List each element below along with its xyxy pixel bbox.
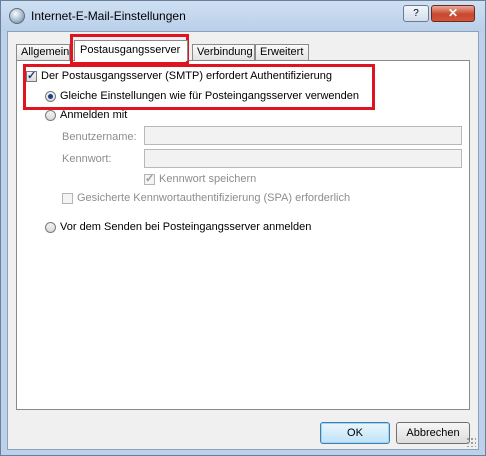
smtp-auth-checkbox-row[interactable]: Der Postausgangsserver (SMTP) erfordert … xyxy=(26,69,333,83)
title-bar[interactable]: Internet-E-Mail-Einstellungen ? ✕ xyxy=(1,1,485,31)
smtp-auth-label: Der Postausgangsserver (SMTP) erfordert … xyxy=(41,70,333,83)
password-input[interactable] xyxy=(144,149,462,168)
remember-password-checkbox[interactable] xyxy=(144,172,155,185)
pop-before-smtp-radio-row[interactable]: Vor dem Senden bei Posteingangsserver an… xyxy=(45,221,311,233)
window-title: Internet-E-Mail-Einstellungen xyxy=(31,9,186,23)
username-label: Benutzername: xyxy=(62,131,137,143)
remember-password-label: Kennwort speichern xyxy=(159,173,257,186)
same-settings-radio[interactable] xyxy=(45,90,56,102)
help-button[interactable]: ? xyxy=(403,5,429,22)
outlook-app-icon xyxy=(9,8,25,24)
cancel-button[interactable]: Abbrechen xyxy=(396,422,470,444)
resize-grip-icon[interactable] xyxy=(466,437,476,447)
tab-postausgangsserver[interactable]: Postausgangsserver xyxy=(74,40,188,61)
tab-panel-postausgangsserver: Der Postausgangsserver (SMTP) erfordert … xyxy=(16,60,470,410)
pop-before-smtp-label: Vor dem Senden bei Posteingangsserver an… xyxy=(60,221,312,234)
login-with-radio-row[interactable]: Anmelden mit xyxy=(45,109,127,121)
close-button[interactable]: ✕ xyxy=(431,5,475,22)
spa-label: Gesicherte Kennwortauthentifizierung (SP… xyxy=(77,192,351,205)
login-with-radio[interactable] xyxy=(45,109,56,121)
tab-allgemein[interactable]: Allgemein xyxy=(16,44,70,60)
same-settings-label: Gleiche Einstellungen wie für Posteingan… xyxy=(60,90,360,103)
password-label: Kennwort: xyxy=(62,153,112,165)
ok-button[interactable]: OK xyxy=(320,422,390,444)
spa-checkbox[interactable] xyxy=(62,192,73,204)
pop-before-smtp-radio[interactable] xyxy=(45,221,56,233)
login-with-label: Anmelden mit xyxy=(60,109,128,122)
close-icon: ✕ xyxy=(447,6,459,20)
username-input[interactable] xyxy=(144,126,462,145)
smtp-auth-checkbox[interactable] xyxy=(26,69,37,82)
spa-row[interactable]: Gesicherte Kennwortauthentifizierung (SP… xyxy=(62,192,350,204)
tab-verbindung[interactable]: Verbindung xyxy=(192,44,255,60)
dialog-window: Internet-E-Mail-Einstellungen ? ✕ Allgem… xyxy=(0,0,486,456)
tab-erweitert[interactable]: Erweitert xyxy=(255,44,309,60)
dialog-body: Allgemein Postausgangsserver Verbindung … xyxy=(7,31,479,450)
same-settings-radio-row[interactable]: Gleiche Einstellungen wie für Posteingan… xyxy=(45,90,359,102)
remember-password-row[interactable]: Kennwort speichern xyxy=(144,172,257,186)
